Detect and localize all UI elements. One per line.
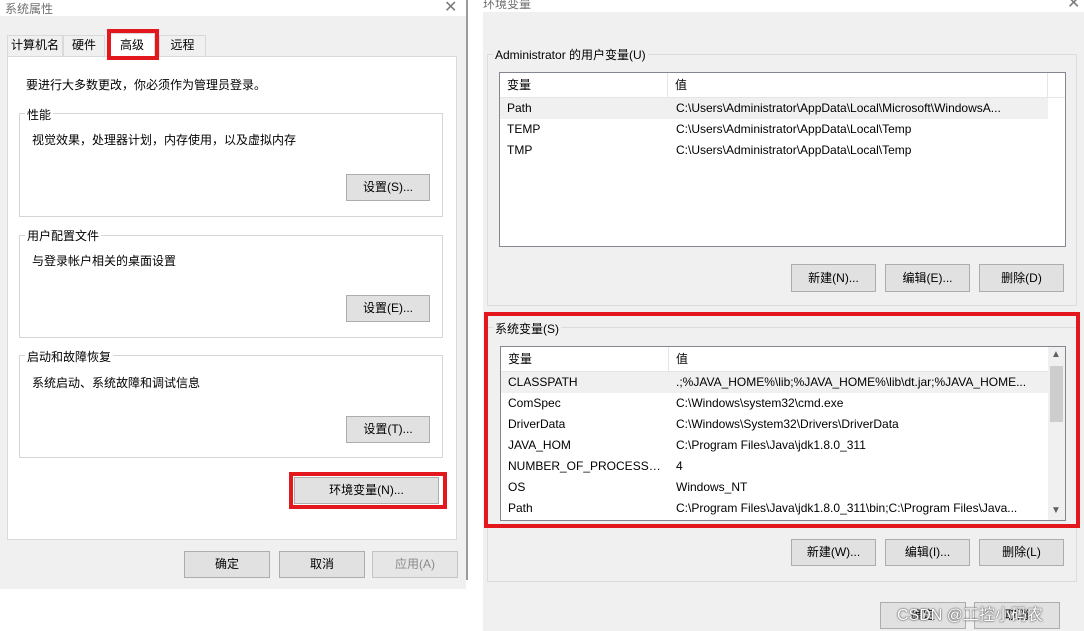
variable-name: JAVA_HOM xyxy=(508,438,571,452)
scroll-up-icon[interactable]: ▲ xyxy=(1051,349,1061,360)
environment-variables-button[interactable]: 环境变量(N)... xyxy=(294,477,439,504)
variable-name: TMP xyxy=(507,143,533,157)
tab-label: 高级 xyxy=(119,38,144,52)
variable-value: 4 xyxy=(676,459,683,473)
environment-variables-window: 环境变量 ✕ Administrator 的用户变量(U) 变量 值 Path … xyxy=(483,0,1084,631)
user-variables-label: Administrator 的用户变量(U) xyxy=(493,46,648,63)
tab-computer-name[interactable]: 计算机名 xyxy=(7,35,63,56)
system-variables-list[interactable]: 变量 值 CLASSPATH .;%JAVA_HOME%\lib;%JAVA_H… xyxy=(500,346,1066,521)
list-header: 变量 值 xyxy=(501,347,1048,372)
system-edit-button[interactable]: 编辑(I)... xyxy=(885,539,970,566)
user-new-button[interactable]: 新建(N)... xyxy=(791,264,876,292)
admin-notice: 要进行大多数更改，你必须作为管理员登录。 xyxy=(26,78,267,92)
title-bar xyxy=(0,0,466,16)
scroll-down-icon[interactable]: ▼ xyxy=(1051,505,1061,516)
variable-value: C:\Users\Administrator\AppData\Local\Tem… xyxy=(676,143,912,157)
list-item[interactable]: TEMP C:\Users\Administrator\AppData\Loca… xyxy=(500,119,1048,140)
watermark: CSDN @工控小码农 xyxy=(897,607,1044,624)
variable-value: C:\Users\Administrator\AppData\Local\Tem… xyxy=(676,122,912,136)
variable-name: OS xyxy=(508,480,526,494)
cancel-button[interactable]: 取消 xyxy=(279,551,365,578)
performance-label: 性能 xyxy=(25,106,54,123)
system-variables-label: 系统变量(S) xyxy=(493,320,561,337)
column-header-variable[interactable]: 变量 xyxy=(500,73,668,97)
user-profile-label: 用户配置文件 xyxy=(25,227,102,244)
user-profile-group xyxy=(19,235,443,338)
variable-value: Windows_NT xyxy=(676,480,748,494)
user-variables-list[interactable]: 变量 值 Path C:\Users\Administrator\AppData… xyxy=(499,72,1066,247)
column-header-value[interactable]: 值 xyxy=(668,73,1048,97)
variable-name: Path xyxy=(507,101,532,115)
list-item[interactable]: JAVA_HOM C:\Program Files\Java\jdk1.8.0_… xyxy=(501,435,1048,456)
performance-group xyxy=(19,113,443,217)
variable-name: TEMP xyxy=(507,122,541,136)
ok-button[interactable]: 确定 xyxy=(184,551,270,578)
variable-name: CLASSPATH xyxy=(508,375,578,389)
title-bar xyxy=(483,0,1084,12)
list-item[interactable]: DriverData C:\Windows\System32\Drivers\D… xyxy=(501,414,1048,435)
variable-name: DriverData xyxy=(508,417,566,431)
tab-remote[interactable]: 远程 xyxy=(159,35,206,56)
variable-value: C:\Program Files\Java\jdk1.8.0_311 xyxy=(676,438,866,452)
column-header-value[interactable]: 值 xyxy=(669,347,1049,371)
variable-value: C:\Users\Administrator\AppData\Local\Mic… xyxy=(676,101,1001,115)
system-delete-button[interactable]: 删除(L) xyxy=(979,539,1064,566)
user-edit-button[interactable]: 编辑(E)... xyxy=(885,264,970,292)
user-profile-desc: 与登录帐户相关的桌面设置 xyxy=(32,254,177,268)
variable-name: ComSpec xyxy=(508,396,561,410)
tab-label: 计算机名 xyxy=(10,38,59,52)
startup-recovery-desc: 系统启动、系统故障和调试信息 xyxy=(32,376,201,390)
list-item[interactable]: TMP C:\Users\Administrator\AppData\Local… xyxy=(500,140,1048,161)
tab-label: 硬件 xyxy=(71,38,96,52)
variable-name: Path xyxy=(508,501,533,515)
close-icon[interactable]: ✕ xyxy=(444,0,457,16)
user-profile-settings-button[interactable]: 设置(E)... xyxy=(346,295,430,322)
list-item[interactable]: NUMBER_OF_PROCESSORS 4 xyxy=(501,456,1048,477)
system-new-button[interactable]: 新建(W)... xyxy=(791,539,876,566)
close-icon[interactable]: ✕ xyxy=(1067,0,1080,12)
variable-name: NUMBER_OF_PROCESSORS xyxy=(508,459,670,473)
list-header: 变量 值 xyxy=(500,73,1065,98)
list-item[interactable]: Path C:\Users\Administrator\AppData\Loca… xyxy=(500,98,1048,119)
gap-background xyxy=(468,0,483,631)
scrollbar-thumb[interactable] xyxy=(1050,366,1063,422)
tab-advanced[interactable]: 高级 xyxy=(109,33,155,58)
performance-desc: 视觉效果，处理器计划，内存使用，以及虚拟内存 xyxy=(32,133,297,147)
list-item[interactable]: ComSpec C:\Windows\system32\cmd.exe xyxy=(501,393,1048,414)
performance-settings-button[interactable]: 设置(S)... xyxy=(346,174,430,201)
list-item[interactable]: CLASSPATH .;%JAVA_HOME%\lib;%JAVA_HOME%\… xyxy=(501,372,1048,393)
apply-button[interactable]: 应用(A) xyxy=(372,551,458,578)
startup-recovery-label: 启动和故障恢复 xyxy=(25,348,114,365)
user-delete-button[interactable]: 删除(D) xyxy=(979,264,1064,292)
variable-value: C:\Windows\System32\Drivers\DriverData xyxy=(676,417,899,431)
system-properties-window: 系统属性 ✕ 计算机名 硬件 高级 远程 要进行大多数更改，你必须作为管理员登录… xyxy=(0,0,466,589)
tab-hardware[interactable]: 硬件 xyxy=(63,35,105,56)
tab-label: 远程 xyxy=(170,38,195,52)
window-title: 系统属性 xyxy=(5,2,54,16)
vertical-scrollbar[interactable]: ▲ ▼ xyxy=(1048,347,1065,520)
column-header-variable[interactable]: 变量 xyxy=(501,347,669,371)
variable-value: C:\Program Files\Java\jdk1.8.0_311\bin;C… xyxy=(676,501,1018,515)
variable-value: .;%JAVA_HOME%\lib;%JAVA_HOME%\lib\dt.jar… xyxy=(676,375,1027,389)
startup-recovery-settings-button[interactable]: 设置(T)... xyxy=(346,416,430,443)
list-item[interactable]: OS Windows_NT xyxy=(501,477,1048,498)
variable-value: C:\Windows\system32\cmd.exe xyxy=(676,396,844,410)
list-item[interactable]: Path C:\Program Files\Java\jdk1.8.0_311\… xyxy=(501,498,1048,519)
window-title: 环境变量 xyxy=(483,0,532,11)
